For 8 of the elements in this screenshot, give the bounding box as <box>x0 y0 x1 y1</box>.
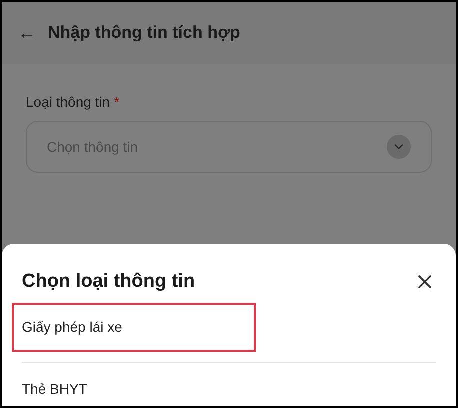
sheet-title: Chọn loại thông tin <box>22 270 196 294</box>
required-mark: * <box>114 93 120 112</box>
option-item[interactable]: Giấy phép lái xe <box>14 304 254 350</box>
chevron-down-icon <box>387 135 411 159</box>
page-title: Nhập thông tin tích hợp <box>48 22 240 44</box>
field-label: Loại thông tin <box>26 93 110 112</box>
back-button[interactable]: ← <box>18 20 36 46</box>
option-item[interactable]: Thẻ BHYT <box>14 366 436 406</box>
